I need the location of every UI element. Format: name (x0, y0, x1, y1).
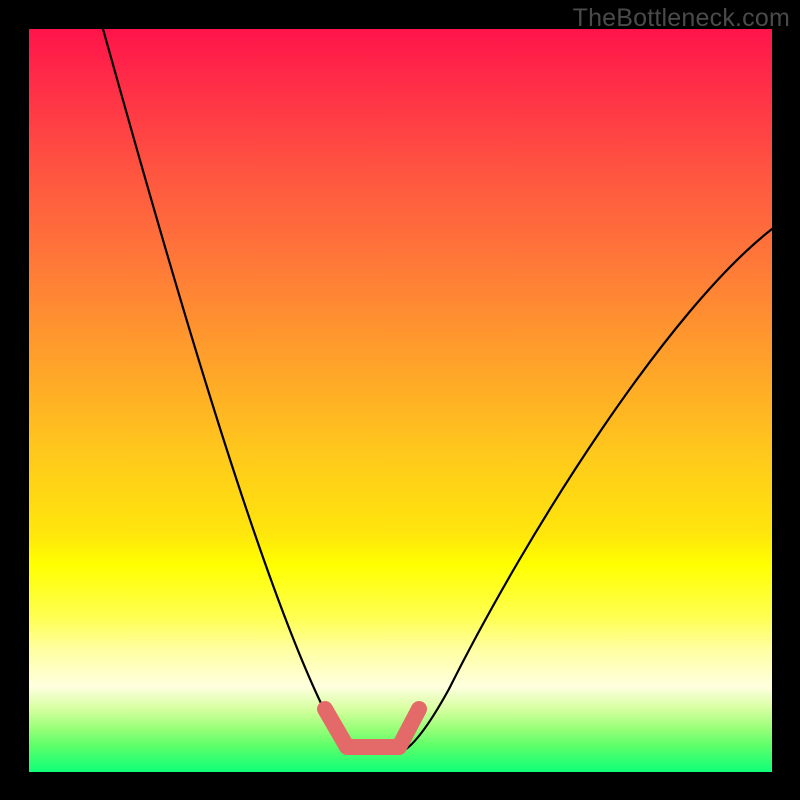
optimal-range-highlight (325, 709, 419, 747)
bottleneck-curve (103, 29, 772, 753)
chart-frame: TheBottleneck.com (0, 0, 800, 800)
watermark-text: TheBottleneck.com (573, 4, 790, 33)
chart-svg (29, 29, 772, 772)
